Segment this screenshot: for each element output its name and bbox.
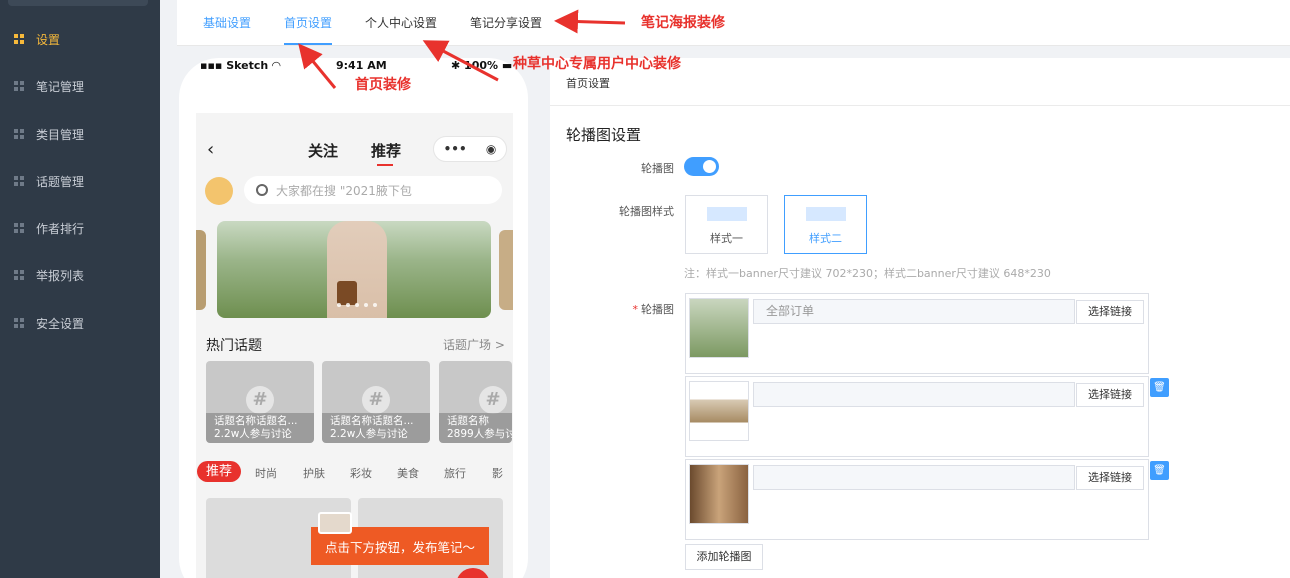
slide-thumbnail[interactable] [689, 381, 749, 441]
back-icon[interactable]: ‹ [207, 139, 214, 160]
category-tab-recommend[interactable]: 推荐 [197, 461, 242, 482]
tab-follow[interactable]: 关注 [308, 140, 338, 161]
grid-icon [14, 318, 24, 328]
banner-prev-image [196, 230, 206, 310]
topic-name: 话题名称话题名... [330, 415, 414, 427]
choose-link-button[interactable]: 选择链接 [1076, 383, 1144, 407]
search-placeholder: 大家都在搜 "2021腋下包 [276, 183, 412, 198]
topic-name: 话题名称话题名... [214, 415, 298, 427]
search-icon [256, 184, 268, 196]
status-time: 9:41 AM [336, 59, 387, 72]
active-tab-indicator [284, 43, 332, 45]
mini-program-capsule[interactable]: ••• ◉ [433, 136, 507, 162]
topic-card[interactable]: # 话题名称话题名... 2.2w人参与讨论 [322, 361, 430, 443]
grid-icon [14, 223, 24, 233]
carousel-toggle[interactable] [684, 157, 719, 176]
hash-icon: # [246, 386, 274, 414]
sidebar: 设置 笔记管理 类目管理 话题管理 作者排行 举报列表 安全设置 [0, 0, 160, 578]
hot-topics-title: 热门话题 [206, 338, 262, 354]
grid-icon [14, 176, 24, 186]
carousel-style-label: 轮播图样式 [619, 205, 674, 218]
hash-icon: # [479, 386, 507, 414]
sidebar-item-notes[interactable]: 笔记管理 [0, 74, 160, 98]
sidebar-item-security[interactable]: 安全设置 [0, 311, 160, 335]
sidebar-item-label: 设置 [36, 32, 61, 47]
topic-count: 2899人参与讨论 [447, 428, 512, 440]
topic-count: 2.2w人参与讨论 [330, 428, 408, 440]
banner-dots [337, 303, 377, 307]
annotation-user-center: 种草中心专属用户中心装修 [513, 56, 681, 72]
style-thumb [805, 207, 846, 221]
sidebar-item-label: 举报列表 [36, 268, 85, 283]
category-tab[interactable]: 护肤 [303, 465, 325, 481]
link-input[interactable]: 全部订单 [753, 299, 1075, 324]
banner-bag-shape [337, 281, 357, 305]
link-input[interactable] [753, 465, 1075, 490]
promo-image [318, 512, 352, 534]
sidebar-item-author-ranking[interactable]: 作者排行 [0, 216, 160, 240]
sidebar-item-topics[interactable]: 话题管理 [0, 169, 160, 193]
sidebar-item-reports[interactable]: 举报列表 [0, 263, 160, 287]
sidebar-item-label: 作者排行 [36, 221, 85, 236]
style-option-label: 样式二 [809, 232, 842, 245]
sidebar-item-label: 类目管理 [36, 127, 85, 142]
breadcrumb: 首页设置 [566, 77, 610, 90]
grid-icon [14, 129, 24, 139]
choose-link-button[interactable]: 选择链接 [1076, 466, 1144, 490]
banner-image[interactable] [217, 221, 491, 318]
status-battery: ✱ 100% ▬ [451, 59, 513, 72]
tab-basic[interactable]: 基础设置 [203, 14, 251, 31]
tab-home[interactable]: 首页设置 [284, 14, 332, 31]
more-icon[interactable]: ••• [444, 142, 467, 156]
slide-thumbnail[interactable] [689, 464, 749, 524]
sidebar-item-label: 安全设置 [36, 316, 85, 331]
sidebar-item-label: 话题管理 [36, 174, 85, 189]
category-tab[interactable]: 影 [492, 465, 503, 481]
annotation-poster: 笔记海报装修 [641, 15, 725, 31]
recommend-underline [377, 164, 393, 166]
carousel-slides-label: * 轮播图 [632, 303, 675, 316]
avatar[interactable] [205, 177, 233, 205]
status-carrier: ▪▪▪ Sketch ◠ [200, 59, 281, 72]
category-tab[interactable]: 彩妆 [350, 465, 372, 481]
search-input[interactable]: 大家都在搜 "2021腋下包 [244, 176, 502, 204]
delete-icon[interactable]: 🗑 [1150, 378, 1169, 397]
settings-tabs: 基础设置 首页设置 个人中心设置 笔记分享设置 [177, 0, 1290, 46]
sidebar-item-categories[interactable]: 类目管理 [0, 122, 160, 146]
carousel-switch-label: 轮播图 [641, 162, 674, 175]
topic-count: 2.2w人参与讨论 [214, 428, 292, 440]
style-option-2[interactable]: 样式二 [784, 195, 867, 254]
topic-square-link[interactable]: 话题广场 > [443, 336, 505, 353]
size-note: 注：样式一banner尺寸建议 702*230；样式二banner尺寸建议 64… [684, 267, 1051, 280]
grid-icon [14, 270, 24, 280]
grid-icon [14, 34, 24, 44]
sidebar-item-settings[interactable]: 设置 [0, 27, 160, 51]
add-slide-button[interactable]: 添加轮播图 [685, 544, 763, 570]
style-option-1[interactable]: 样式一 [685, 195, 768, 254]
tab-user-center[interactable]: 个人中心设置 [365, 14, 437, 31]
choose-link-button[interactable]: 选择链接 [1076, 300, 1144, 324]
slide-thumbnail[interactable] [689, 298, 749, 358]
topic-card[interactable]: # 话题名称2899人参与讨论 [439, 361, 512, 443]
grid-icon [14, 81, 24, 91]
topic-card[interactable]: # 话题名称话题名... 2.2w人参与讨论 [206, 361, 314, 443]
section-title: 轮播图设置 [566, 126, 642, 144]
sidebar-top-strip [8, 0, 148, 6]
category-tab[interactable]: 旅行 [444, 465, 466, 481]
category-tab[interactable]: 美食 [397, 465, 419, 481]
link-input[interactable] [753, 382, 1075, 407]
banner-next-image [499, 230, 513, 310]
delete-icon[interactable]: 🗑 [1150, 461, 1169, 480]
topic-name: 话题名称 [447, 415, 489, 427]
style-thumb [706, 207, 747, 221]
style-option-label: 样式一 [710, 232, 743, 245]
tab-recommend[interactable]: 推荐 [371, 140, 401, 161]
hash-icon: # [362, 386, 390, 414]
annotation-home: 首页装修 [355, 77, 411, 93]
tab-share[interactable]: 笔记分享设置 [470, 14, 542, 31]
category-tab[interactable]: 时尚 [255, 465, 277, 481]
close-target-icon[interactable]: ◉ [486, 142, 496, 156]
sidebar-item-label: 笔记管理 [36, 79, 85, 94]
